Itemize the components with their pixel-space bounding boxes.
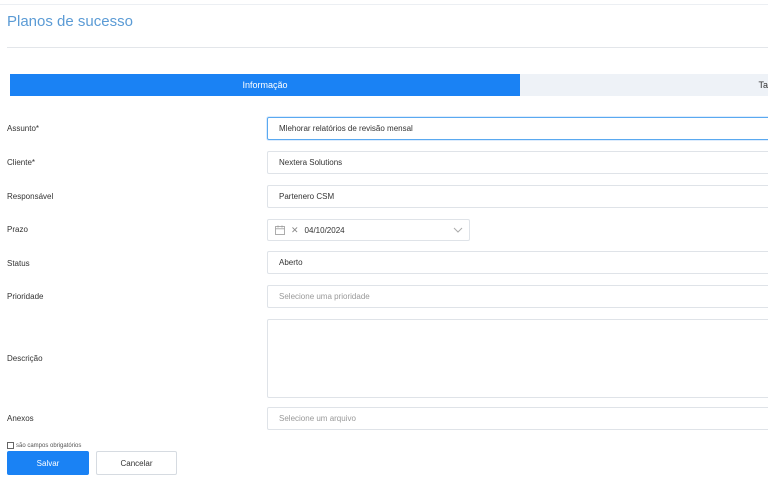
- cancel-button[interactable]: Cancelar: [96, 451, 177, 475]
- owner-label: Responsável: [7, 192, 54, 201]
- required-fields-note: são campos obrigatórios: [7, 442, 81, 449]
- tab-informacao[interactable]: Informação: [10, 74, 520, 96]
- status-select[interactable]: Aberto: [267, 251, 768, 274]
- status-label: Status: [7, 259, 30, 268]
- tab-bar: Informação Ta: [10, 74, 768, 96]
- client-select[interactable]: Nextera Solutions: [267, 151, 768, 174]
- priority-label: Prioridade: [7, 292, 44, 301]
- deadline-label: Prazo: [7, 225, 28, 234]
- tab-tarefas[interactable]: Ta: [520, 74, 768, 96]
- header-divider: [7, 47, 768, 48]
- deadline-value: 04/10/2024: [304, 225, 345, 235]
- client-label: Cliente*: [7, 158, 36, 167]
- close-icon[interactable]: ✕: [291, 225, 299, 236]
- description-textarea[interactable]: [267, 319, 768, 398]
- attachments-input[interactable]: Selecione um arquivo: [267, 407, 768, 430]
- description-label: Descrição: [7, 354, 43, 363]
- required-marker-icon: [7, 442, 14, 449]
- save-button[interactable]: Salvar: [7, 451, 89, 475]
- top-border: [0, 4, 768, 5]
- subject-label: Assunto*: [7, 124, 40, 133]
- deadline-datepicker[interactable]: ✕ 04/10/2024: [267, 219, 470, 241]
- page-title: Planos de sucesso: [7, 13, 133, 30]
- calendar-icon[interactable]: [275, 225, 285, 235]
- chevron-down-icon[interactable]: [453, 225, 463, 235]
- attachments-label: Anexos: [7, 414, 34, 423]
- owner-select[interactable]: Partenero CSM: [267, 185, 768, 208]
- subject-input[interactable]: Mlehorar relatórios de revisão mensal: [267, 117, 768, 140]
- required-note-text: são campos obrigatórios: [16, 442, 82, 449]
- priority-select[interactable]: Selecione uma prioridade: [267, 285, 768, 308]
